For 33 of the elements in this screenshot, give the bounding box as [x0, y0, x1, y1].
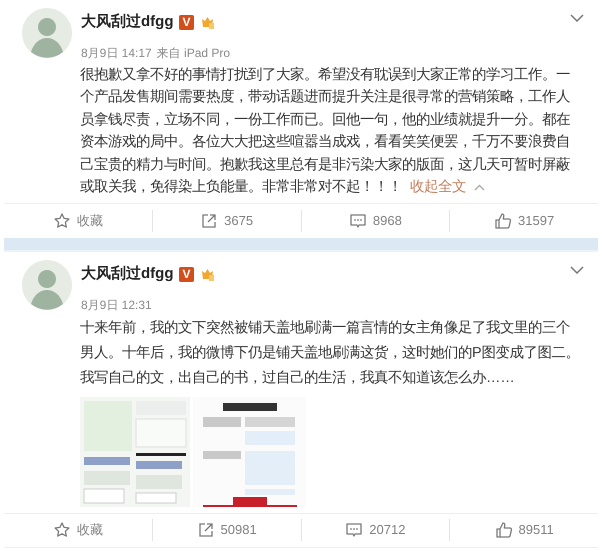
avatar[interactable] — [22, 8, 72, 58]
share-icon — [200, 212, 218, 230]
star-icon — [52, 212, 71, 230]
repost-button[interactable]: 3675 — [200, 211, 254, 231]
favorite-button[interactable]: 收藏 — [52, 520, 103, 540]
post-source: 来自 iPad Pro — [156, 44, 230, 62]
verified-badge: V — [179, 266, 194, 282]
collapse-link[interactable]: 收起全文 — [410, 176, 466, 200]
thumbs-up-icon — [494, 521, 513, 540]
comment-button[interactable]: 8968 — [348, 211, 402, 231]
thumbs-up-icon — [494, 212, 512, 230]
post-text: 十来年前，我的文下突然被铺天盖地刷满一篇言情的女主角像足了我文里的三个男人。十年后，我的微博下仍是铺天盖地刷满这货，这时她们的P图变成了图二。我写自己的文，出自己的书，过自己的生活，我真不知道该怎么办…… — [80, 318, 581, 388]
verified-badge: V — [179, 14, 194, 30]
author-name[interactable]: 大风刮过dfgg — [81, 263, 174, 286]
comment-icon — [345, 521, 364, 540]
repost-button[interactable]: 50981 — [196, 520, 257, 540]
chevron-down-icon[interactable] — [570, 266, 584, 274]
author-name[interactable]: 大风刮过dfgg — [81, 11, 174, 34]
post-time: 8月9日 12:31 — [81, 296, 152, 314]
like-button[interactable]: 31597 — [494, 211, 554, 231]
chevron-up-icon[interactable] — [474, 184, 485, 192]
member-icon — [200, 14, 214, 30]
favorite-button[interactable]: 收藏 — [52, 211, 103, 231]
avatar[interactable] — [22, 260, 72, 310]
post-text: 很抱歉又拿不好的事情打扰到了大家。希望没有耽误到大家正常的学习工作。一个产品发售期间需要热度，带动话题进而提升关注是很寻常的营销策略，工作人员拿钱尽责，立场不同，一份工作而已。回他一句，他的业绩就提升一分。都在资本游戏的局中。各位大大把这些喧嚣当成戏，看看笑笑便罢，千万不要浪费自己宝贵的精力与时间。抱歉我这里总有是非污染大家的版面，这几天可暂时屏蔽或取关我，免得染上负能量。非常非常对不起！！！ 收起全文 — [80, 64, 582, 200]
like-button[interactable]: 89511 — [494, 520, 554, 540]
member-icon — [200, 266, 214, 282]
share-icon — [196, 521, 215, 540]
comment-button[interactable]: 20712 — [345, 520, 406, 540]
comment-icon — [348, 212, 367, 230]
star-icon — [52, 521, 71, 540]
post-time: 8月9日 14:17 — [81, 44, 152, 62]
chevron-down-icon[interactable] — [570, 14, 584, 22]
